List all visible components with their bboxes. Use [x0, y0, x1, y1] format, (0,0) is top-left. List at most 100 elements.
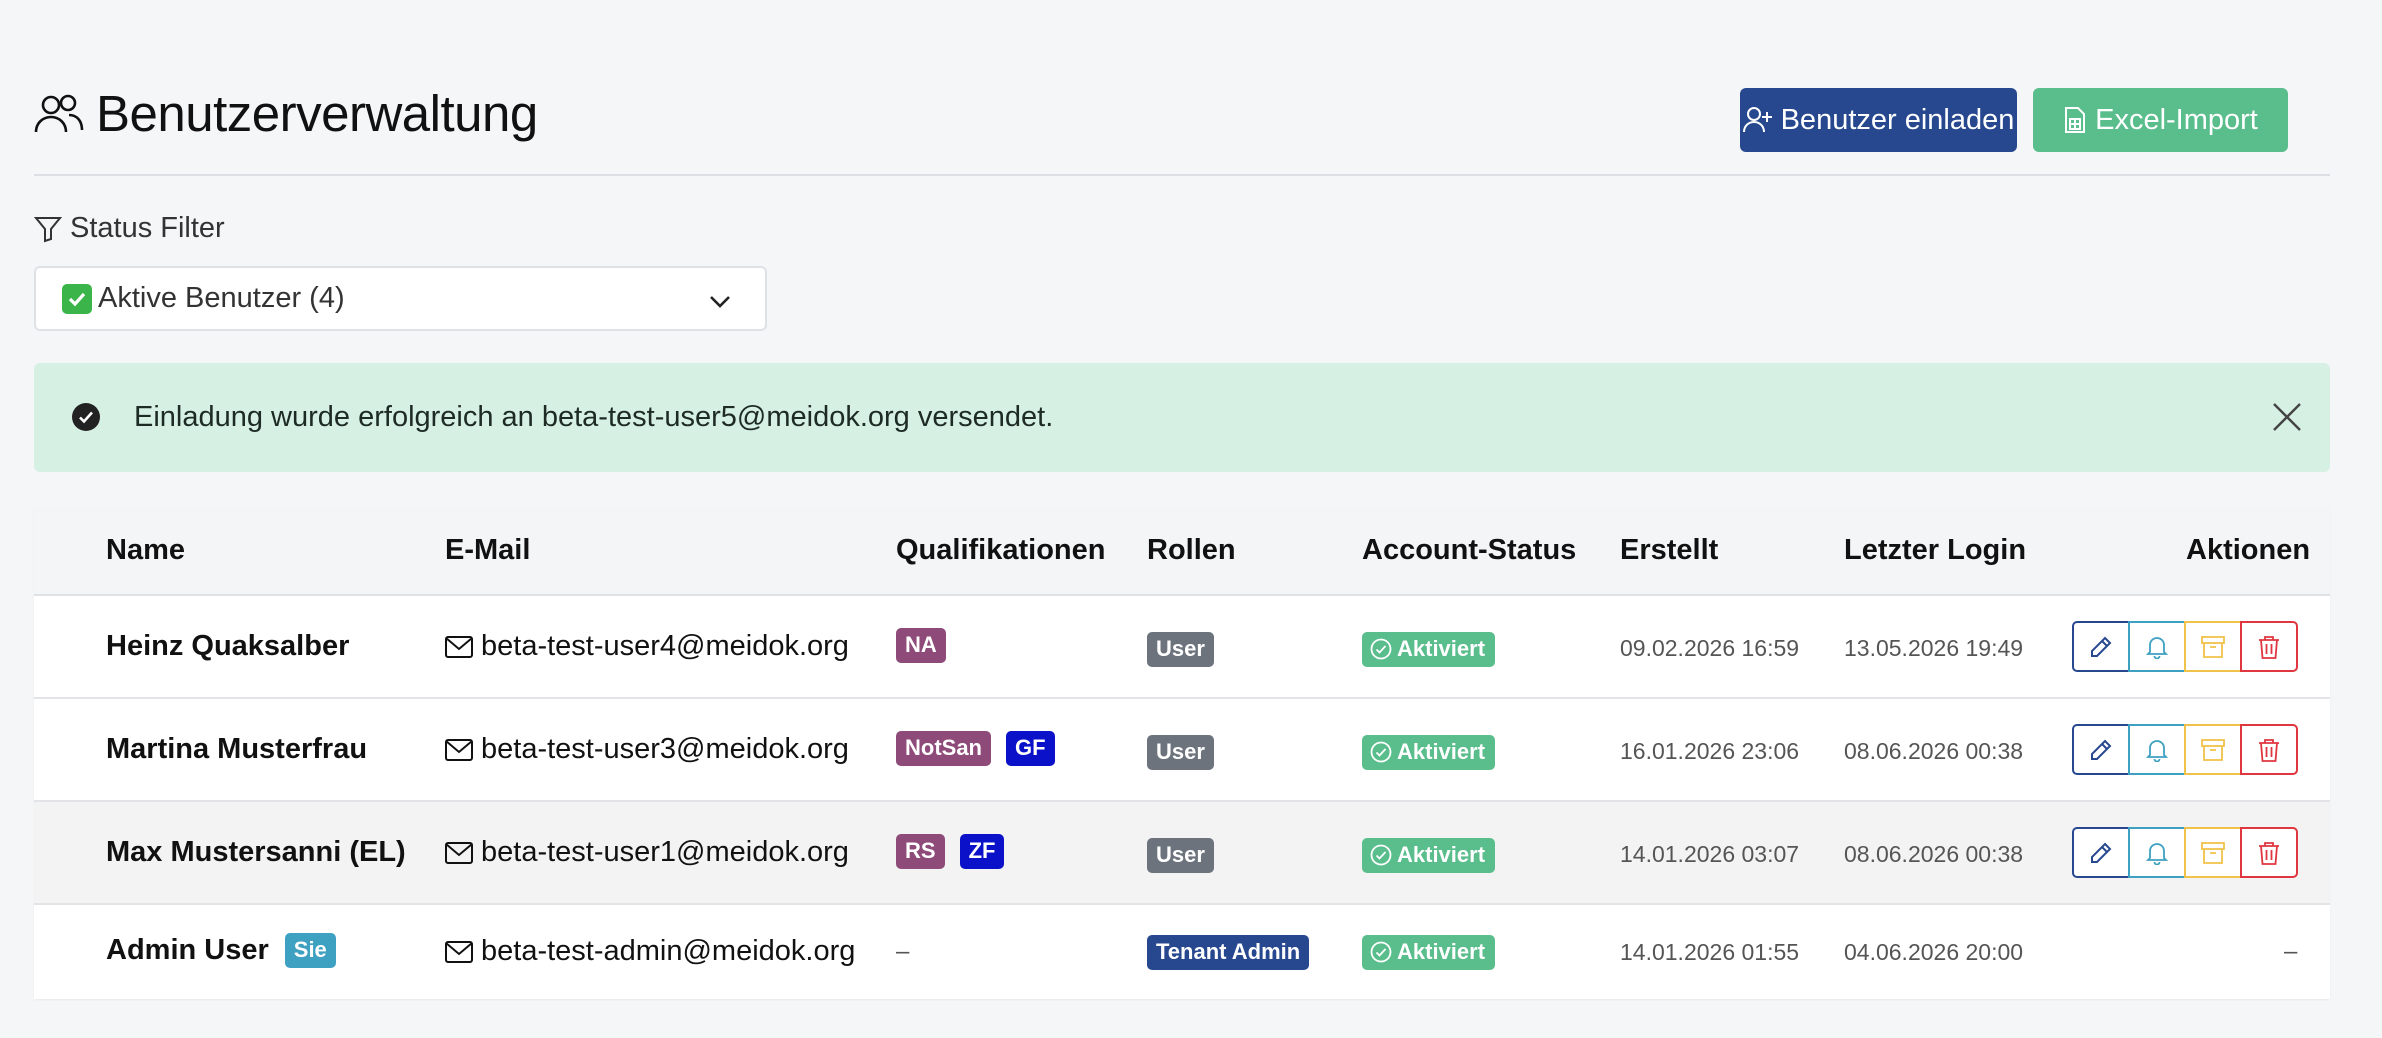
archive-button[interactable] — [2184, 827, 2242, 878]
status-filter-label: Status Filter — [34, 212, 225, 245]
spreadsheet-file-icon — [2065, 107, 2086, 133]
envelope-icon — [445, 635, 473, 658]
bell-icon — [2146, 739, 2168, 762]
excel-import-button[interactable]: Excel-Import — [2033, 88, 2288, 152]
status-text: Aktiviert — [1397, 842, 1486, 867]
excel-import-label: Excel-Import — [2095, 103, 2258, 136]
role-badge: User — [1147, 735, 1214, 770]
check-circle-outline-icon — [1370, 844, 1392, 866]
user-email-text: beta-test-user3@meidok.org — [481, 733, 849, 765]
delete-button[interactable] — [2240, 621, 2298, 672]
trash-icon — [2259, 841, 2279, 865]
status-filter-text: Status Filter — [70, 212, 225, 244]
pencil-icon — [2091, 636, 2112, 657]
account-status: Aktiviert — [1362, 632, 1510, 667]
user-email-text: beta-test-user4@meidok.org — [481, 630, 849, 662]
trash-icon — [2259, 635, 2279, 659]
table-row: Max Mustersanni (EL) beta-test-user1@mei… — [34, 802, 2330, 905]
user-role: User — [1147, 838, 1229, 873]
user-email-text: beta-test-user1@meidok.org — [481, 836, 849, 868]
archive-box-icon — [2201, 738, 2225, 761]
created-date: 14.01.2026 01:55 — [1620, 939, 1800, 965]
last-login-date: 08.06.2026 00:38 — [1844, 841, 2024, 867]
last-login-date: 04.06.2026 20:00 — [1844, 939, 2024, 965]
user-name: Martina Musterfrau — [106, 733, 368, 765]
user-qualifications: NotSan GF — [896, 731, 1070, 766]
notify-button[interactable] — [2128, 724, 2186, 775]
row-actions — [2072, 621, 2298, 672]
table-row: Martina Musterfrau beta-test-user3@meido… — [34, 699, 2330, 802]
user-name: Admin User — [106, 934, 269, 966]
column-header-created: Erstellt — [1620, 534, 1719, 566]
success-alert: Einladung wurde erfolgreich an beta-test… — [34, 363, 2330, 472]
role-badge: Tenant Admin — [1147, 935, 1310, 970]
users-table: Name E-Mail Qualifikationen Rollen Accou… — [34, 506, 2330, 999]
envelope-icon — [445, 841, 473, 864]
check-circle-outline-icon — [1370, 941, 1392, 963]
archive-box-icon — [2201, 841, 2225, 864]
edit-button[interactable] — [2072, 827, 2130, 878]
qualification-badge: NotSan — [896, 731, 991, 766]
status-text: Aktiviert — [1397, 636, 1486, 661]
edit-button[interactable] — [2072, 621, 2130, 672]
archive-button[interactable] — [2184, 621, 2242, 672]
actions-empty: – — [2284, 938, 2298, 965]
user-email: beta-test-user4@meidok.org — [445, 630, 849, 663]
table-row: Heinz Quaksalber beta-test-user4@meidok.… — [34, 596, 2330, 699]
qualification-badge: NA — [896, 628, 946, 663]
user-plus-icon — [1742, 107, 1772, 133]
column-header-last-login: Letzter Login — [1844, 534, 2027, 566]
column-header-account-status: Account-Status — [1362, 534, 1577, 566]
account-status: Aktiviert — [1362, 838, 1510, 873]
status-badge: Aktiviert — [1362, 735, 1496, 770]
archive-button[interactable] — [2184, 724, 2242, 775]
check-circle-icon — [72, 403, 100, 431]
role-badge: User — [1147, 838, 1214, 873]
role-badge: User — [1147, 632, 1214, 667]
delete-button[interactable] — [2240, 724, 2298, 775]
delete-button[interactable] — [2240, 827, 2298, 878]
status-badge: Aktiviert — [1362, 935, 1496, 970]
bell-icon — [2146, 636, 2168, 659]
last-login-date: 08.06.2026 00:38 — [1844, 738, 2024, 764]
status-text: Aktiviert — [1397, 739, 1486, 764]
page-title: Benutzerverwaltung — [96, 85, 538, 142]
qualification-badge: RS — [896, 834, 945, 869]
column-header-email: E-Mail — [445, 534, 531, 566]
user-role: User — [1147, 735, 1229, 770]
qualifications-empty: – — [896, 938, 910, 965]
status-badge: Aktiviert — [1362, 838, 1496, 873]
check-circle-outline-icon — [1370, 741, 1392, 763]
qualification-badge: ZF — [959, 834, 1005, 869]
user-email: beta-test-user3@meidok.org — [445, 733, 849, 766]
close-icon[interactable] — [2271, 401, 2303, 433]
pencil-icon — [2091, 842, 2112, 863]
created-date: 14.01.2026 03:07 — [1620, 841, 1800, 867]
user-name: Heinz Quaksalber — [106, 630, 350, 662]
notify-button[interactable] — [2128, 827, 2186, 878]
funnel-icon — [34, 216, 62, 242]
envelope-icon — [445, 940, 473, 963]
qualification-badge: GF — [1006, 731, 1055, 766]
envelope-icon — [445, 738, 473, 761]
user-email: beta-test-user1@meidok.org — [445, 836, 849, 869]
column-header-roles: Rollen — [1147, 534, 1236, 566]
status-filter-select[interactable]: Aktive Benutzer (4) — [34, 266, 767, 331]
invite-user-button[interactable]: Benutzer einladen — [1740, 88, 2017, 152]
notify-button[interactable] — [2128, 621, 2186, 672]
edit-button[interactable] — [2072, 724, 2130, 775]
user-qualifications: NA — [896, 628, 961, 663]
created-date: 09.02.2026 16:59 — [1620, 635, 1800, 661]
self-badge: Sie — [284, 933, 336, 968]
column-header-actions: Aktionen — [2186, 534, 2311, 566]
status-filter-value: Aktive Benutzer (4) — [98, 282, 345, 314]
user-email-text: beta-test-admin@meidok.org — [481, 935, 856, 967]
pencil-icon — [2091, 739, 2112, 760]
table-header: Name E-Mail Qualifikationen Rollen Accou… — [34, 506, 2330, 596]
row-actions — [2072, 724, 2298, 775]
check-box-icon — [62, 283, 92, 314]
check-circle-outline-icon — [1370, 638, 1392, 660]
user-email: beta-test-admin@meidok.org — [445, 935, 855, 968]
page-header: Benutzerverwaltung Benutzer einladen Exc… — [34, 80, 2330, 176]
account-status: Aktiviert — [1362, 935, 1510, 970]
